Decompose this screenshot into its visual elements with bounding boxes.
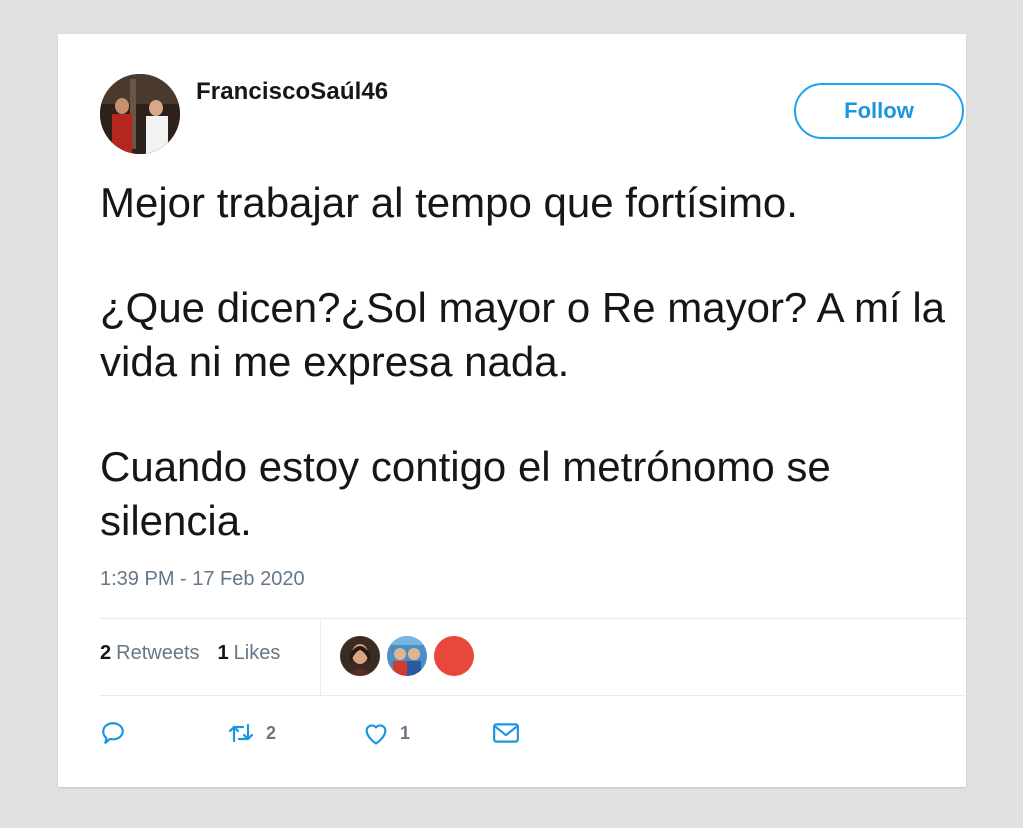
stats-separator [320,619,321,695]
tweet-card: FranciscoSaúl46 Follow Mejor trabajar al… [58,34,966,787]
username[interactable]: FranciscoSaúl46 [196,78,388,106]
avatar[interactable] [100,74,180,154]
timestamp[interactable]: 1:39 PM - 17 Feb 2020 [100,568,305,591]
tweet-paragraph: Mejor trabajar al tempo que fortísimo. [100,179,798,226]
retweet-count: 2 [266,722,277,743]
retweets-count: 2 [100,642,112,664]
follow-button[interactable]: Follow [794,83,964,139]
divider [100,695,966,696]
reply-action[interactable] [100,720,226,746]
likes-stat[interactable]: 1 Likes [218,642,281,665]
retweet-action[interactable]: 2 [226,721,362,745]
tweet-paragraph: Cuando estoy contigo el metrónomo se sil… [100,443,831,544]
like-action[interactable]: 1 [362,720,492,746]
liker-avatar[interactable] [387,636,427,676]
tweet-text: Mejor trabajar al tempo que fortísimo. ¿… [100,176,950,599]
envelope-icon [493,723,519,743]
likes-count: 1 [217,642,229,664]
divider [100,618,966,619]
reply-icon [102,722,124,744]
tweet-paragraph: ¿Que dicen?¿Sol mayor o Re mayor? A mí l… [100,284,946,385]
liker-avatars [340,636,481,676]
retweets-label: Retweets [116,642,200,664]
liker-avatar[interactable] [340,636,380,676]
like-count: 1 [400,722,411,743]
retweet-icon [228,723,254,743]
message-action[interactable] [492,721,520,745]
likes-label: Likes [233,642,281,664]
heart-icon [365,724,387,745]
tweet-actions: 2 1 [100,720,520,746]
retweets-stat[interactable]: 2 Retweets [100,642,200,665]
tweet-stats: 2 Retweets 1 Likes [100,642,298,665]
liker-avatar[interactable] [434,636,474,676]
